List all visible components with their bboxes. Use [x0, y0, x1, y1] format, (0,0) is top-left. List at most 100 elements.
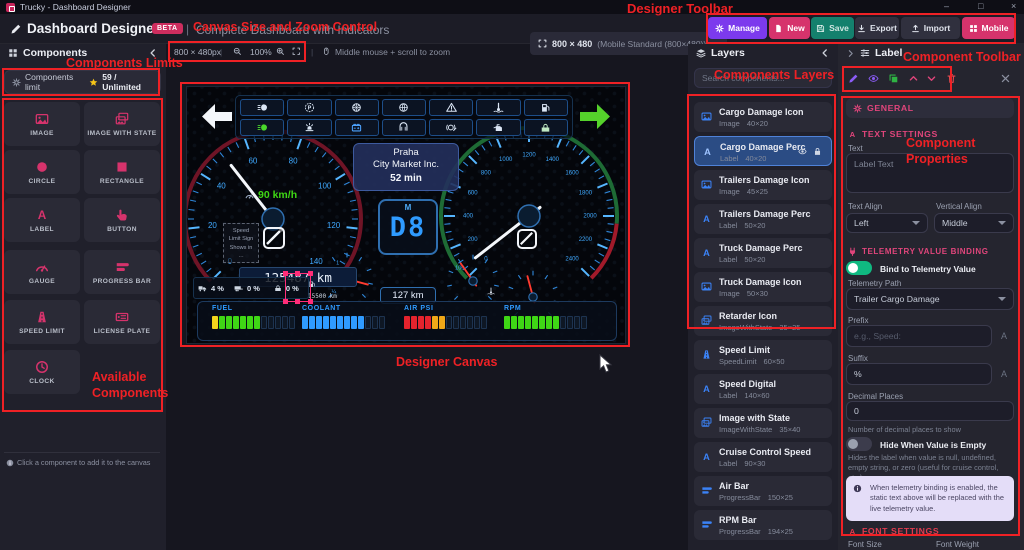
component-card-label[interactable]: ALABEL [4, 198, 80, 242]
component-card-image-with-state[interactable]: IMAGE WITH STATE [84, 102, 160, 146]
section-telemetry[interactable]: TELEMETRY VALUE BINDING [846, 241, 1014, 261]
speed-limit-placeholder: SpeedLimit SignShows in… [223, 223, 259, 263]
zoom-out-button[interactable] [233, 47, 242, 56]
chevron-up-icon [1004, 128, 1012, 136]
text-align-select[interactable]: Left [846, 213, 928, 233]
close-button[interactable]: × [1011, 1, 1016, 11]
hide-empty-toggle[interactable] [846, 437, 872, 451]
delete-button[interactable] [946, 73, 957, 84]
layer-item-cruise-control-speed[interactable]: A Cruise Control Speed Label90×30 [694, 442, 832, 472]
component-card-button[interactable]: BUTTON [84, 198, 160, 242]
prefix-style-icon[interactable]: A [1001, 331, 1007, 341]
layer-item-speed-digital[interactable]: A Speed Digital Label140×60 [694, 374, 832, 404]
selection-overlay[interactable] [285, 273, 311, 302]
layer-item-cargo-damage-perc[interactable]: A Cargo Damage Perc Label40×20 [694, 136, 832, 166]
component-card-image[interactable]: IMAGE [4, 102, 80, 146]
layers-search-input[interactable] [694, 68, 832, 88]
component-card-progress-bar[interactable]: PROGRESS BAR [84, 250, 160, 294]
component-card-license-plate[interactable]: LICENSE PLATE [84, 300, 160, 344]
layer-item-truck-damage-icon[interactable]: Truck Damage Icon Image50×30 [694, 272, 832, 302]
toolbar-divider2: | [311, 47, 313, 57]
svg-text:60: 60 [248, 157, 257, 166]
text-value-input[interactable]: Label Text [846, 153, 1014, 193]
header: Dashboard Designer BETA | Complete Dashb… [0, 14, 1024, 44]
temp-icon [487, 287, 495, 295]
progressbar-type-icon [701, 519, 712, 530]
component-card-clock[interactable]: CLOCK [4, 350, 80, 394]
import-button[interactable]: Import [901, 17, 960, 39]
designer-canvas[interactable]: 020406080100120140 020040060080010001200… [186, 86, 626, 344]
new-button[interactable]: New [769, 17, 810, 39]
collapse-layers-button[interactable] [820, 48, 830, 58]
manage-button[interactable]: Manage [708, 17, 767, 39]
imagewithstate-type-icon [701, 417, 712, 428]
layer-item-truck-damage-perc[interactable]: A Truck Damage Perc Label50×20 [694, 238, 832, 268]
selected-component-type: Label [875, 47, 902, 59]
svg-text:2000: 2000 [583, 214, 597, 220]
svg-text:A: A [38, 208, 47, 222]
label-type-icon: A [702, 146, 713, 157]
move-down-button[interactable] [926, 73, 937, 84]
titlebar: Trucky - Dashboard Designer – □ × [0, 0, 1024, 14]
decimals-help: Number of decimal places to show [848, 425, 961, 435]
suffix-style-icon[interactable]: A [1001, 369, 1007, 379]
save-icon [816, 24, 825, 33]
zoom-hint: Middle mouse + scroll to zoom [335, 47, 450, 57]
layer-item-trailers-damage-icon[interactable]: Trailers Damage Icon Image45×25 [694, 170, 832, 200]
bind-telemetry-toggle[interactable] [846, 261, 872, 275]
close-properties-button[interactable] [1000, 73, 1011, 84]
layer-item-speed-limit[interactable]: Speed Limit SpeedLimit60×50 [694, 340, 832, 370]
layer-item-air-bar[interactable]: Air Bar ProgressBar150×25 [694, 476, 832, 506]
layer-item-trailers-damage-perc[interactable]: A Trailers Damage Perc Label50×20 [694, 204, 832, 234]
save-button[interactable]: Save [811, 17, 854, 39]
components-panel-header: Components [0, 44, 166, 62]
sliders-icon [860, 48, 870, 58]
expand-icon[interactable] [846, 49, 855, 58]
minimize-button[interactable]: – [944, 1, 949, 11]
component-card-circle[interactable]: CIRCLE [4, 150, 80, 194]
layer-item-retarder-icon[interactable]: Retarder Icon ImageWithState35×25 [694, 306, 832, 336]
component-card-gauge[interactable]: GAUGE [4, 250, 80, 294]
suffix-input[interactable]: % [846, 363, 992, 385]
zoom-in-button[interactable] [276, 47, 285, 56]
section-font-settings[interactable]: A FONT SETTINGS [846, 521, 1014, 541]
mobile-button[interactable]: Mobile [962, 17, 1015, 39]
gauge-icon [35, 260, 49, 274]
image-icon [35, 112, 49, 126]
visibility-button[interactable] [868, 73, 879, 84]
move-up-button[interactable] [908, 73, 919, 84]
svg-text:A: A [850, 130, 856, 139]
layer-item-rpm-bar[interactable]: RPM Bar ProgressBar194×25 [694, 510, 832, 540]
license-plate-icon [115, 310, 129, 324]
svg-text:400: 400 [463, 214, 474, 220]
canvas-size-label: 800 × 480px [174, 47, 221, 57]
label-type-icon: A [701, 247, 712, 258]
lock-icon[interactable] [813, 147, 822, 156]
collapse-panel-button[interactable] [148, 48, 158, 58]
edit-component-button[interactable] [848, 73, 859, 84]
component-card-speed-limit[interactable]: SPEED LIMIT [4, 300, 80, 344]
app-window: Trucky - Dashboard Designer – □ × Dashbo… [0, 0, 1024, 550]
maximize-button[interactable]: □ [978, 1, 983, 11]
gear-icon [12, 78, 21, 87]
svg-text:A: A [703, 452, 710, 462]
section-text-settings[interactable]: A TEXT SETTINGS [846, 124, 1014, 144]
vertical-align-select[interactable]: Middle [934, 213, 1014, 233]
retarder-off-icon [446, 122, 457, 133]
text-align-label: Text Align [848, 202, 882, 211]
fit-view-button[interactable] [292, 47, 301, 56]
cab-icon [398, 122, 409, 133]
prefix-input[interactable]: e.g., Speed: [846, 325, 992, 347]
eye-icon[interactable] [798, 147, 807, 156]
component-card-rectangle[interactable]: RECTANGLE [84, 150, 160, 194]
section-general[interactable]: GENERAL [846, 98, 1014, 118]
export-button[interactable]: Export [855, 17, 899, 39]
svg-text:A: A [850, 527, 856, 536]
layer-item-image-with-state[interactable]: Image with State ImageWithState35×40 [694, 408, 832, 438]
decimals-input[interactable]: 0 [846, 401, 1014, 421]
svg-text:600: 600 [468, 190, 479, 196]
oil-pressure-icon [493, 122, 504, 133]
telemetry-path-select[interactable]: Trailer Cargo Damage [846, 288, 1014, 310]
layer-item-cargo-damage-icon[interactable]: Cargo Damage Icon Image40×20 [694, 102, 832, 132]
duplicate-button[interactable] [888, 73, 899, 84]
